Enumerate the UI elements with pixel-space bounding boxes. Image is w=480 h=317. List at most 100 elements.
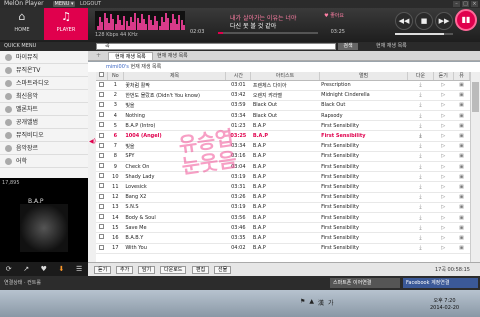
progress-bar[interactable] <box>218 32 318 34</box>
header-checkbox[interactable] <box>96 72 108 81</box>
mv-icon[interactable]: ▣ <box>459 184 464 190</box>
next-button[interactable]: ▶▶ <box>435 12 453 30</box>
mv-icon[interactable]: ▣ <box>459 82 464 88</box>
system-clock[interactable]: 오후 7:20 2014-02-20 <box>430 298 459 312</box>
pause-button[interactable]: ▮▮ <box>455 9 477 31</box>
sidebar-item[interactable]: 마이뮤직 <box>0 51 88 64</box>
row-checkbox[interactable] <box>99 152 105 158</box>
stop-button[interactable]: ■ <box>415 12 433 30</box>
mv-icon[interactable]: ▣ <box>459 153 464 159</box>
current-list-link[interactable]: 현재 재생 목록 <box>376 43 407 50</box>
download-icon[interactable]: ⤓ <box>419 153 421 159</box>
header-no[interactable]: No <box>107 72 124 81</box>
list-action-button[interactable]: 다운로드 <box>160 266 187 274</box>
listen-icon[interactable]: ▷ <box>441 215 445 221</box>
heart-icon[interactable]: ♥ <box>41 265 47 273</box>
table-row[interactable]: 14 Body & Soul 03:56 B.A.P First Sensibility… <box>96 212 470 224</box>
download-icon[interactable]: ⤓ <box>419 123 421 129</box>
ime-indicator[interactable]: 漢 <box>318 298 324 307</box>
mv-icon[interactable]: ▣ <box>459 113 464 119</box>
download-icon[interactable]: ⤓ <box>419 92 421 98</box>
download-icon[interactable]: ⤓ <box>419 164 421 170</box>
sidebar-item[interactable]: 멜론차트 <box>0 103 88 116</box>
download-icon[interactable]: ⤓ <box>419 215 421 221</box>
mv-icon[interactable]: ▣ <box>459 215 464 221</box>
list-action-button[interactable]: 담기 <box>138 266 156 274</box>
table-row[interactable]: 11 Lovesick 03:31 B.A.P First Sensibility ⤓ ▷ ▣ <box>96 181 470 193</box>
table-row[interactable]: 15 Save Me 03:46 B.A.P First Sensibility ⤓ ▷ ▣ <box>96 222 470 234</box>
network-icon[interactable]: ▲ <box>309 298 314 307</box>
row-checkbox[interactable] <box>99 214 105 220</box>
tab-current-playlist-2[interactable]: 현재 재생 목록 <box>151 52 194 61</box>
listen-icon[interactable]: ▷ <box>441 245 445 251</box>
list-action-button[interactable]: 추가 <box>116 266 134 274</box>
close-button[interactable]: × <box>471 1 478 7</box>
table-row[interactable]: 2 한번도 몰랐죠 (Didn't You know) 03:42 오렌지 캬라멜 Mi… <box>96 90 470 101</box>
table-row[interactable]: 8 SPY 03:16 B.A.P First Sensibility ⤓ ▷ ▣ <box>96 151 470 163</box>
download-icon[interactable]: ⤓ <box>419 82 421 88</box>
listen-icon[interactable]: ▷ <box>441 204 445 210</box>
listen-icon[interactable]: ▷ <box>441 235 445 241</box>
row-checkbox[interactable] <box>99 183 105 189</box>
prev-button[interactable]: ◀◀ <box>395 12 413 30</box>
row-checkbox[interactable] <box>99 193 105 199</box>
logout-button[interactable]: LOGOUT <box>80 0 101 8</box>
listen-icon[interactable]: ▷ <box>441 184 445 190</box>
row-checkbox[interactable] <box>99 163 105 169</box>
header-download[interactable]: 다운 <box>407 72 434 81</box>
mv-icon[interactable]: ▣ <box>459 225 464 231</box>
table-row[interactable]: 9 Check On 03:04 B.A.P First Sensibility ⤓ ▷ ▣ <box>96 161 470 173</box>
listen-icon[interactable]: ▷ <box>441 225 445 231</box>
table-row[interactable]: 7 빛을 03:34 B.A.P First Sensibility ⤓ ▷ ▣ <box>96 141 470 152</box>
search-input[interactable]: 곡 <box>96 43 336 50</box>
mv-icon[interactable]: ▣ <box>459 143 464 149</box>
list-action-button[interactable]: 편집 <box>192 266 210 274</box>
table-row[interactable]: 5 B.A.P (Intro) 01:23 B.A.P First Sensibilit… <box>96 120 470 132</box>
download-icon[interactable]: ⤓ <box>419 204 421 210</box>
add-tab-button[interactable]: + <box>96 52 101 59</box>
listen-icon[interactable]: ▷ <box>441 164 445 170</box>
download-icon[interactable]: ⤓ <box>419 184 421 190</box>
header-listen[interactable]: 듣기 <box>433 72 455 81</box>
table-row[interactable]: 12 Bang X2 03:26 B.A.P First Sensibility ⤓ ▷ ▣ <box>96 192 470 203</box>
tab-current-playlist[interactable]: 현재 재생 목록 <box>108 52 153 61</box>
mv-icon[interactable]: ▣ <box>459 123 464 129</box>
table-row[interactable]: 4 Nothing 03:34 Black Out Rapsody ⤓ ▷ ▣ <box>96 110 470 122</box>
download-icon[interactable]: ⤓ <box>419 102 421 108</box>
mv-icon[interactable]: ▣ <box>459 194 464 200</box>
download-icon[interactable]: ⤓ <box>419 133 421 139</box>
table-row[interactable]: 6 1004 (Angel) 03:25 B.A.P First Sensibility… <box>96 130 470 142</box>
home-tab[interactable]: ⌂ HOME <box>0 8 44 40</box>
share-icon[interactable]: ↗ <box>23 265 29 273</box>
row-checkbox[interactable] <box>99 234 105 240</box>
header-time[interactable]: 시간 <box>225 72 252 81</box>
table-row[interactable]: 1 꽃처럼 활짝 03:01 프렌체스 다이아 Prescription ⤓ ▷ ▣ <box>96 80 470 91</box>
table-row[interactable]: 16 B.A.B.Y 03:35 B.A.P First Sensibility ⤓ ▷ ▣ <box>96 232 470 244</box>
smartphone-connect-button[interactable]: 스마트폰 이어연결 <box>330 278 400 288</box>
download-icon[interactable]: ⤓ <box>419 235 421 241</box>
download-icon[interactable]: ⬇ <box>59 265 65 273</box>
connection-status[interactable]: 연결상태 · 컨트롤 <box>4 279 41 286</box>
listen-icon[interactable]: ▷ <box>441 194 445 200</box>
scroll-thumb[interactable] <box>472 82 479 112</box>
sidebar-item[interactable]: 뮤직비디오 <box>0 129 88 142</box>
minimize-button[interactable]: – <box>453 1 460 7</box>
download-icon[interactable]: ⤓ <box>419 194 421 200</box>
scrollbar[interactable] <box>470 72 480 262</box>
mv-icon[interactable]: ▣ <box>459 174 464 180</box>
header-artist[interactable]: 아티스트 <box>250 72 320 81</box>
download-icon[interactable]: ⤓ <box>419 113 421 119</box>
maximize-button[interactable]: □ <box>462 1 469 7</box>
listen-icon[interactable]: ▷ <box>441 82 445 88</box>
list-action-button[interactable]: 선물 <box>214 266 232 274</box>
row-checkbox[interactable] <box>99 224 105 230</box>
list-action-button[interactable]: 듣기 <box>94 266 112 274</box>
menu-button[interactable]: MENU ▾ <box>53 1 75 7</box>
flag-icon[interactable]: ⚑ <box>300 298 305 307</box>
table-row[interactable]: 17 With You 04:02 B.A.P First Sensibility ⤓ ▷ ▣ <box>96 243 470 254</box>
download-icon[interactable]: ⤓ <box>419 245 421 251</box>
row-checkbox[interactable] <box>99 173 105 179</box>
search-button[interactable]: 검색 <box>338 43 358 50</box>
sidebar-item[interactable]: 최신음악 <box>0 90 88 103</box>
listen-icon[interactable]: ▷ <box>441 102 445 108</box>
